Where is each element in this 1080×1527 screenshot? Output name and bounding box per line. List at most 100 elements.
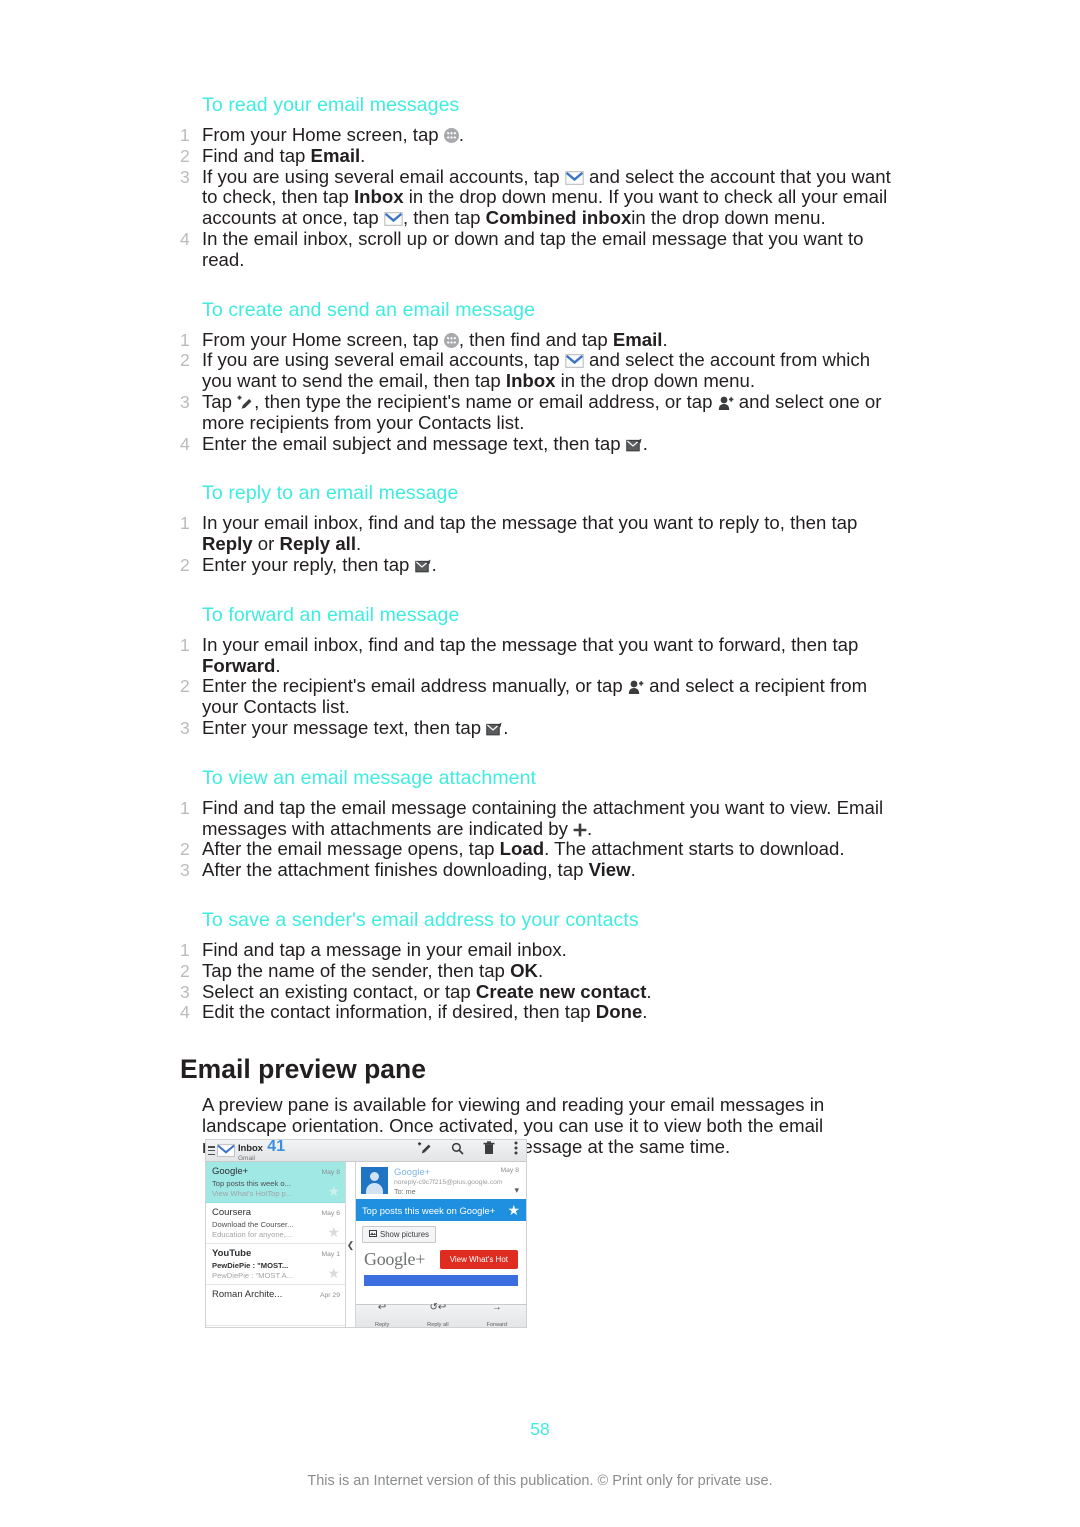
step-number: 2 — [180, 839, 190, 860]
reader-header: Google+ May 8 noreply-c9c7f215@plus.goog… — [356, 1162, 526, 1199]
step-number: 3 — [180, 166, 190, 187]
message-date: May 8 — [321, 1169, 340, 1176]
step-item: 1 From your Home screen, tap . — [180, 124, 900, 146]
overflow-menu-icon[interactable] — [514, 1141, 518, 1160]
section-step-list: 1 Find and tap the email message containi… — [180, 796, 900, 881]
reply-all-icon: ↺↩ — [429, 1302, 447, 1313]
page-title: Email preview pane — [180, 1054, 426, 1085]
step-text: Enter your reply, then tap . — [202, 553, 437, 575]
send-icon — [414, 559, 432, 574]
step-number: 2 — [180, 145, 190, 166]
step-item: 1 Find and tap the email message containi… — [180, 796, 900, 840]
show-pictures-label: Show pictures — [380, 1230, 429, 1239]
step-item: 3 Select an existing contact, or tap Crea… — [180, 980, 900, 1003]
step-text: Enter the recipient's email address manu… — [202, 675, 868, 718]
step-text: Select an existing contact, or tap Creat… — [202, 980, 652, 1002]
message-row-top: Coursera May 6 — [212, 1207, 340, 1218]
step-number: 4 — [180, 433, 190, 454]
message-body-banner — [364, 1275, 518, 1286]
page-number: 58 — [530, 1419, 550, 1439]
reply-button[interactable]: ↩ Reply — [375, 1303, 389, 1328]
add-contact-icon — [628, 679, 644, 695]
section-heading: To forward an email message — [202, 603, 460, 626]
reader-date: May 8 — [500, 1167, 519, 1174]
send-icon — [486, 722, 503, 737]
step-number: 2 — [180, 960, 190, 981]
step-number: 3 — [180, 981, 190, 1002]
instruction-sections: To read your email messages 1 From your Ho… — [180, 92, 900, 1023]
envelope-icon — [565, 170, 584, 185]
picture-icon — [369, 1230, 377, 1239]
compose-icon[interactable] — [418, 1141, 432, 1160]
message-snippet: View What's HotTop p... — [212, 1189, 293, 1198]
step-number: 1 — [180, 634, 190, 655]
message-subject: PewDiePie : "MOST... — [212, 1261, 289, 1270]
envelope-icon[interactable] — [217, 1144, 235, 1157]
manual-page: To read your email messages 1 From your Ho… — [0, 0, 1080, 1527]
message-list-item[interactable]: Roman Archite... Apr 29 — [206, 1285, 345, 1326]
app-drawer-icon — [443, 332, 459, 348]
step-item: 3 If you are using several email accounts… — [180, 166, 900, 229]
attachment-plus-icon — [573, 823, 587, 837]
step-item: 2 If you are using several email accounts… — [180, 350, 900, 392]
step-number: 3 — [180, 391, 190, 412]
reader-subject: Top posts this week on Google+ — [362, 1204, 496, 1216]
message-sender: Google+ — [212, 1166, 249, 1177]
step-item: 1 In your email inbox, find and tap the m… — [180, 634, 900, 677]
envelope-icon — [565, 354, 584, 369]
chevron-down-icon[interactable]: ▾ — [514, 1185, 519, 1196]
step-number: 1 — [180, 939, 190, 960]
step-text: Find and tap Email. — [202, 144, 366, 166]
inbox-title-group: Inbox 41 Gmail — [238, 1140, 285, 1162]
step-text: Enter the email subject and message text… — [202, 432, 648, 454]
step-text: Find and tap the email message containin… — [202, 796, 884, 839]
reply-all-button[interactable]: ↺↩ Reply all — [427, 1303, 448, 1328]
hamburger-icon[interactable] — [208, 1146, 215, 1155]
step-number: 4 — [180, 1002, 190, 1023]
footer-note: This is an Internet version of this publ… — [307, 1473, 773, 1489]
message-list-item[interactable]: YouTube May 1 PewDiePie : "MOST... PewDiePi… — [206, 1244, 345, 1285]
view-whats-hot-button[interactable]: View What's Hot — [439, 1250, 518, 1269]
forward-button[interactable]: → Forward — [487, 1303, 508, 1328]
step-item: 3 Enter your message text, then tap . — [180, 717, 900, 739]
step-text: From your Home screen, tap , then find a… — [202, 328, 668, 350]
section-heading: To view an email message attachment — [202, 766, 537, 789]
star-icon[interactable]: ★ — [507, 1203, 520, 1217]
step-item: 4 In the email inbox, scroll up or down a… — [180, 227, 900, 271]
message-list[interactable]: Google+ May 8 Top posts this week o... View… — [206, 1162, 346, 1327]
star-icon[interactable]: ★ — [327, 1266, 340, 1280]
search-icon[interactable] — [451, 1142, 464, 1160]
section-step-list: 1 From your Home screen, tap , then find … — [180, 328, 900, 455]
step-item: 3 After the attachment finishes downloadi… — [180, 859, 900, 881]
step-number: 1 — [180, 329, 190, 350]
step-item: 4 Edit the contact information, if desire… — [180, 1001, 900, 1023]
step-text: In the email inbox, scroll up or down an… — [202, 227, 864, 270]
step-item: 1 In your email inbox, find and tap the m… — [180, 513, 900, 555]
star-icon[interactable]: ★ — [327, 1184, 340, 1198]
star-icon[interactable]: ★ — [327, 1225, 340, 1239]
screenshot-body: Google+ May 8 Top posts this week o... View… — [206, 1162, 526, 1328]
message-list-item[interactable]: Coursera May 6 Download the Courser... Educ… — [206, 1203, 345, 1244]
step-number: 1 — [180, 513, 190, 534]
step-text: If you are using several email accounts,… — [202, 349, 871, 392]
message-list-item[interactable]: Google+ May 8 Top posts this week o... View… — [206, 1162, 345, 1203]
step-item: 2 After the email message opens, tap Load… — [180, 838, 900, 860]
step-text: Find and tap a message in your email inb… — [202, 938, 567, 960]
step-item: 1 Find and tap a message in your email in… — [180, 938, 900, 961]
show-pictures-button[interactable]: Show pictures — [362, 1226, 436, 1243]
section-step-list: 1 In your email inbox, find and tap the m… — [180, 634, 900, 739]
google-plus-logo: Google+ — [364, 1249, 426, 1269]
pane-collapse-handle[interactable]: ❮ — [346, 1162, 356, 1327]
step-item: 2 Enter your reply, then tap . — [180, 553, 900, 576]
section-step-list: 1 From your Home screen, tap . 2 Find and t… — [180, 124, 900, 271]
delete-icon[interactable] — [483, 1141, 495, 1160]
message-row-top: Roman Archite... Apr 29 — [212, 1289, 340, 1300]
action-bar-icons — [418, 1141, 522, 1160]
reader-subject-bar: Top posts this week on Google+ ★ — [356, 1199, 526, 1221]
message-subject: Top posts this week o... — [212, 1179, 291, 1188]
screenshot-action-bar: Inbox 41 Gmail — [206, 1140, 526, 1162]
reader-footer: ↩ Reply ↺↩ Reply all → Forward — [356, 1303, 526, 1328]
